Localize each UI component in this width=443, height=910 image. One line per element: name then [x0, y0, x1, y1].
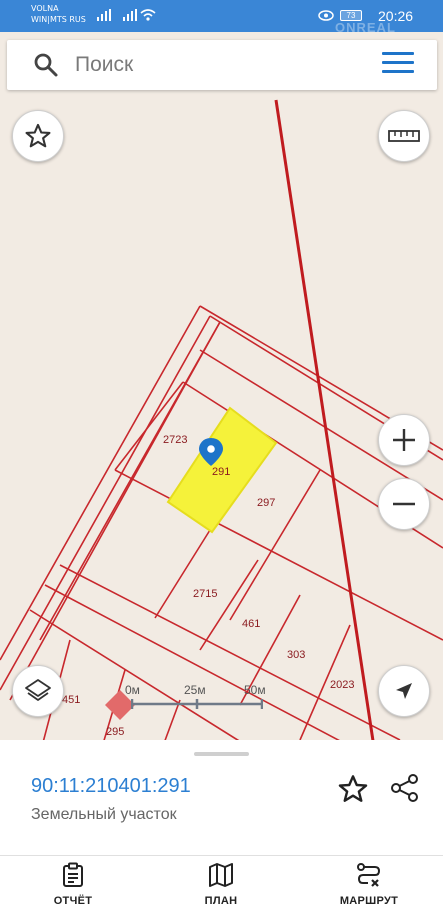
bottom-navigation[interactable]: ОТЧЁТ ПЛАН МАРШРУТ	[0, 856, 443, 910]
object-info-sheet[interactable]: 90:11:210401:291 Земельный участок	[0, 740, 443, 855]
search-icon[interactable]	[33, 52, 59, 78]
nav-label: ПЛАН	[204, 895, 238, 907]
signal-icon	[123, 9, 137, 21]
map-scale: 0м 25м 50м	[125, 683, 266, 713]
menu-icon[interactable]	[382, 52, 414, 78]
wifi-icon	[140, 9, 156, 21]
zoom-in-button[interactable]	[378, 414, 430, 466]
status-bar: VOLNA WIN|MTS RUS 73 20:26 ONREAL	[0, 0, 443, 35]
scale-bar	[131, 699, 263, 709]
carrier-2: WIN|MTS RUS	[31, 15, 86, 24]
object-type: Земельный участок	[31, 806, 177, 823]
signal-icon	[97, 9, 111, 21]
eye-comfort-icon	[318, 10, 334, 21]
parcel-label: 451	[62, 694, 80, 706]
parcel-label: 297	[257, 497, 275, 509]
scale-label: 25м	[184, 683, 206, 697]
cadastral-number: 90:11:210401:291	[31, 775, 191, 797]
report-icon	[63, 862, 83, 887]
nav-label: ОТЧЁТ	[53, 895, 93, 907]
route-icon	[357, 863, 381, 887]
navigation-arrow-icon	[396, 683, 412, 699]
layers-button[interactable]	[12, 665, 64, 717]
minus-icon	[393, 502, 415, 506]
parcel-label: 461	[242, 618, 260, 630]
my-location-button[interactable]	[378, 665, 430, 717]
favorites-button[interactable]	[12, 110, 64, 162]
map-plan-icon	[209, 863, 233, 887]
parcel-label: 295	[106, 726, 124, 738]
sheet-drag-handle[interactable]	[194, 752, 249, 756]
carrier-info: VOLNA WIN|MTS RUS	[31, 3, 86, 25]
star-icon	[25, 123, 51, 148]
parcel-label: 303	[287, 649, 305, 661]
nav-item-plan[interactable]: ПЛАН	[166, 862, 276, 907]
carrier-1: VOLNA	[31, 4, 59, 13]
measure-button[interactable]	[378, 110, 430, 162]
nav-item-report[interactable]: ОТЧЁТ	[18, 862, 128, 907]
nav-label: МАРШРУТ	[339, 895, 399, 907]
search-input[interactable]	[75, 50, 355, 80]
scale-label: 0м	[125, 683, 140, 697]
scale-label: 50м	[244, 683, 266, 697]
parcel-label: 291	[212, 466, 230, 478]
nav-item-route[interactable]: МАРШРУТ	[314, 862, 424, 907]
plus-icon	[393, 429, 415, 451]
share-icon[interactable]	[389, 772, 421, 804]
star-icon[interactable]	[337, 773, 369, 805]
cadastral-map[interactable]: 2723 291 297 2715 461 303 2023 451 295	[0, 32, 443, 754]
ruler-icon	[388, 130, 420, 142]
search-bar[interactable]	[7, 40, 437, 90]
parcel-label: 2715	[193, 588, 217, 600]
layers-icon	[25, 679, 51, 701]
parcel-label: 2723	[163, 434, 187, 446]
parcel-label: 2023	[330, 679, 354, 691]
map-canvas[interactable]: 2723 291 297 2715 461 303 2023 451 295	[0, 32, 443, 754]
zoom-out-button[interactable]	[378, 478, 430, 530]
